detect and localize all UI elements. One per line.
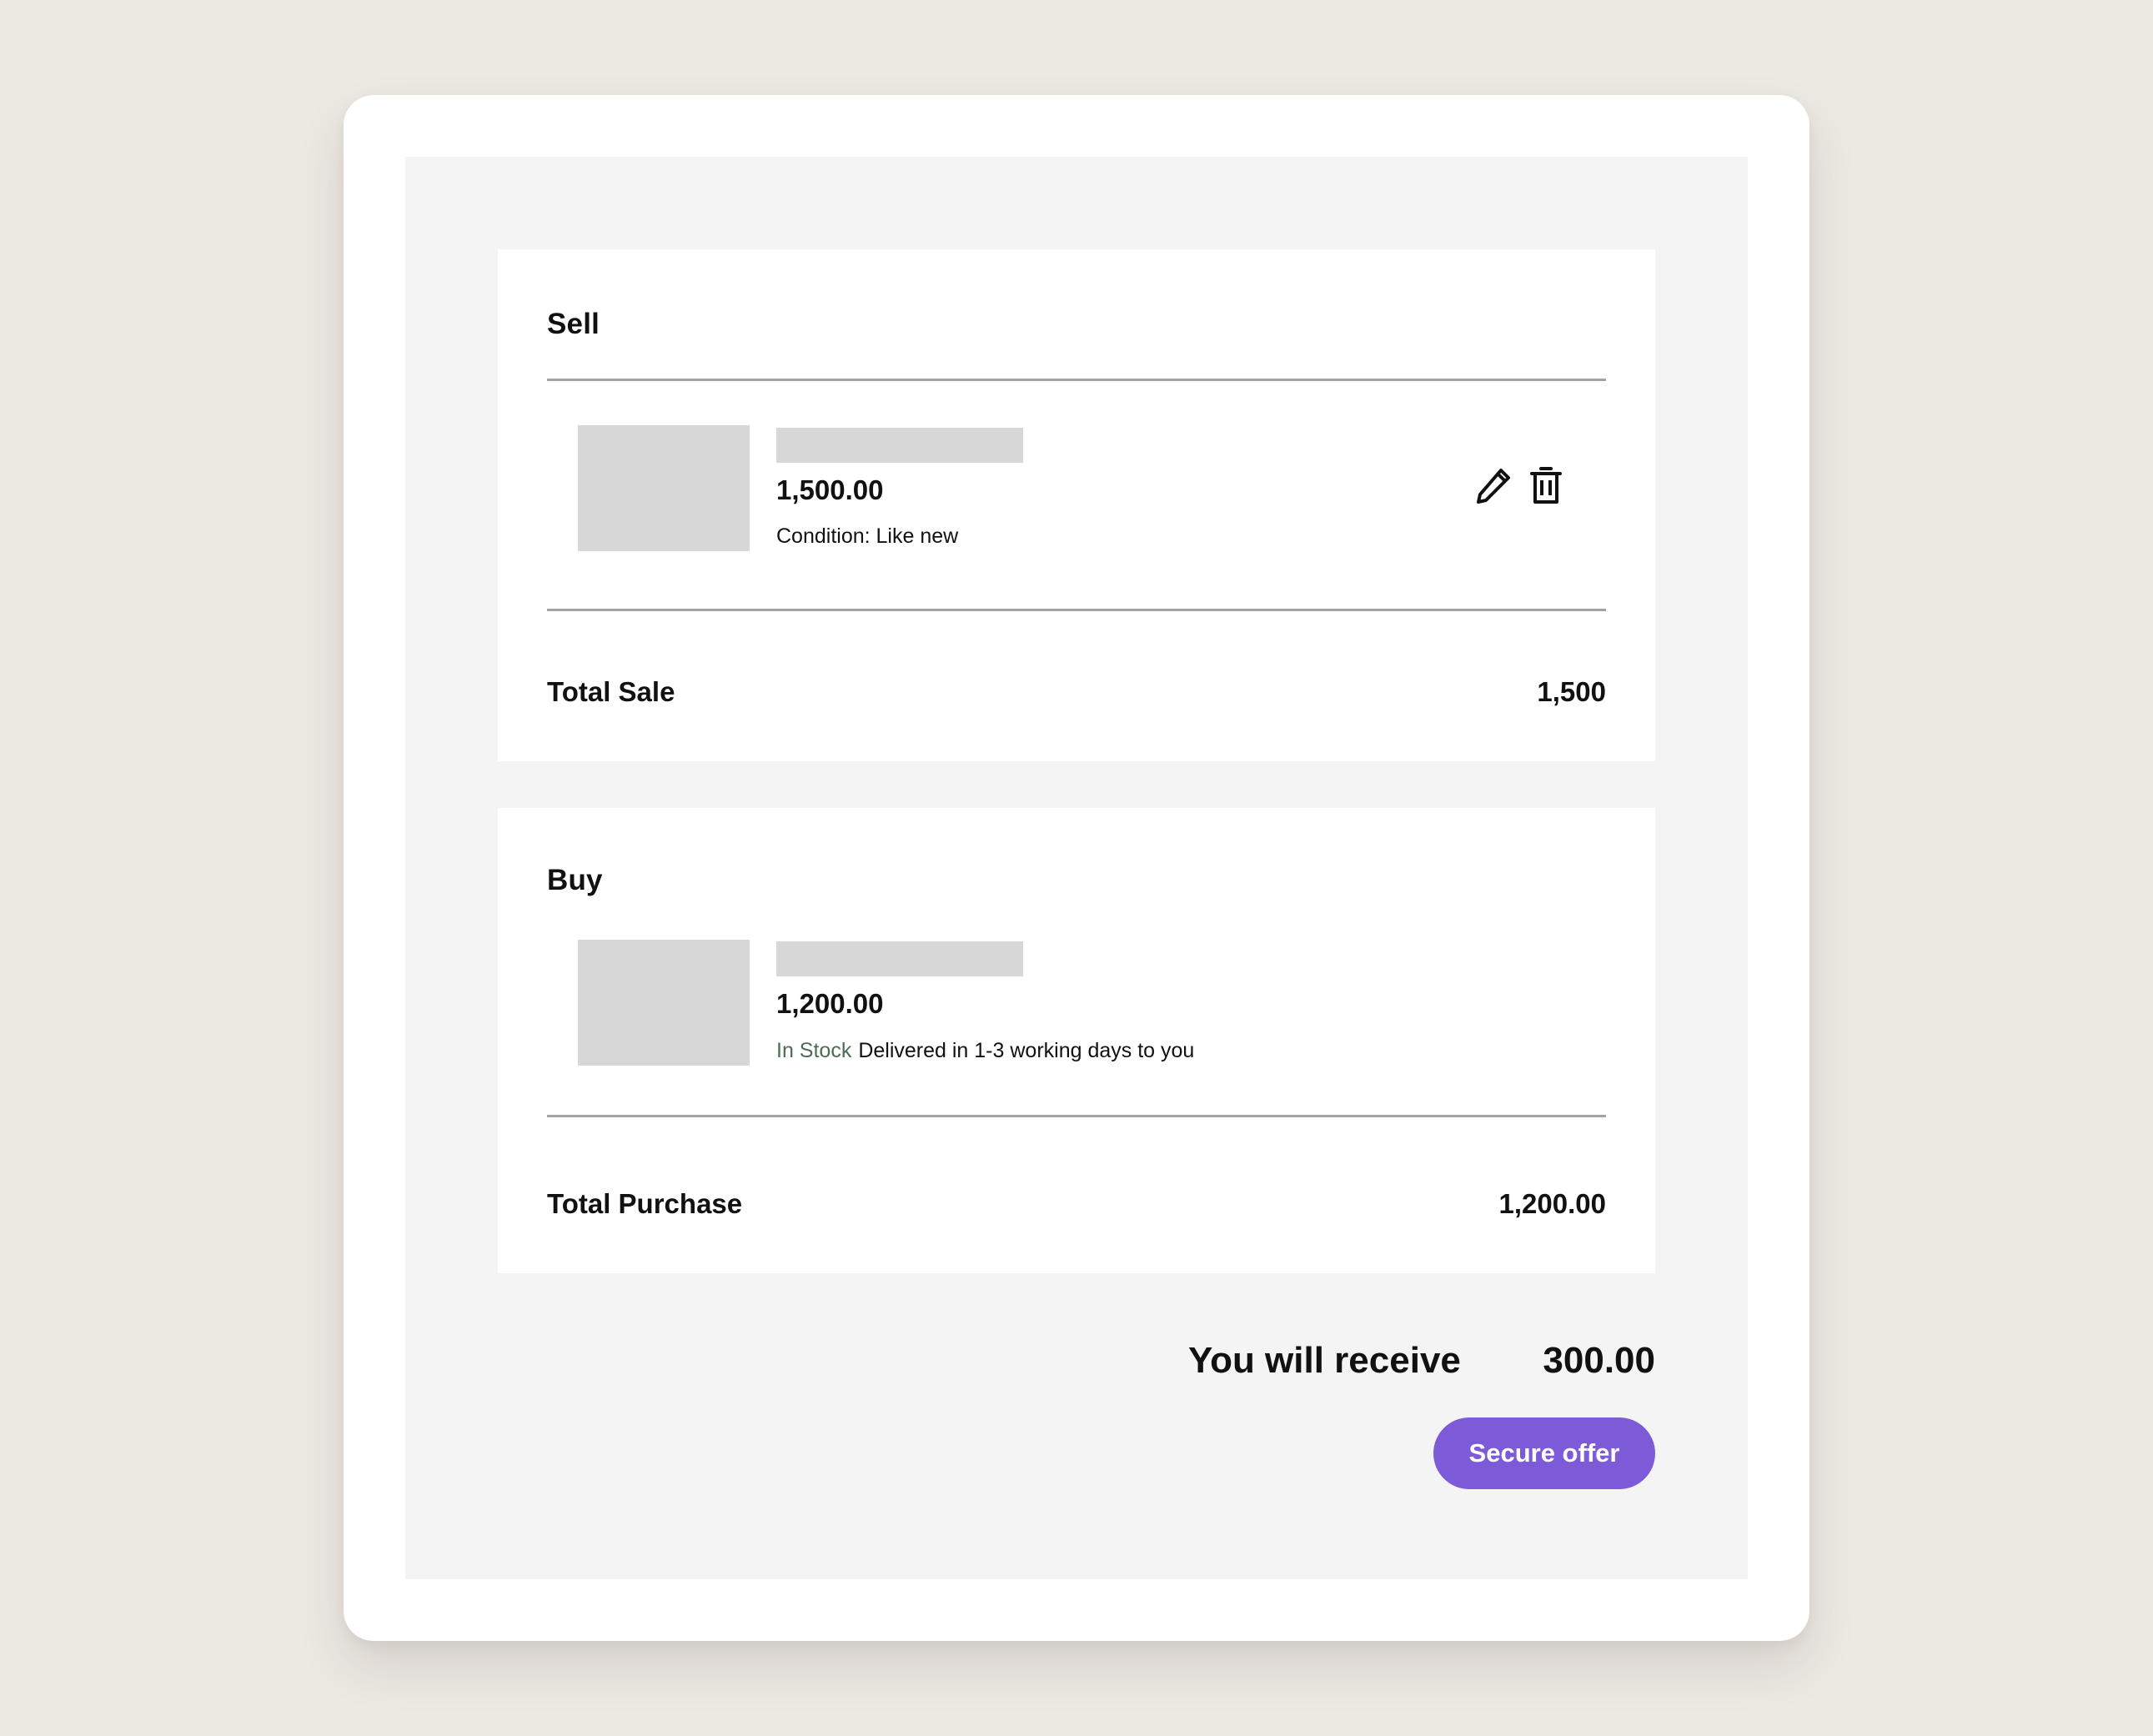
- sell-footer-divider: [547, 609, 1606, 611]
- sell-item-image: [578, 425, 750, 551]
- total-purchase-label: Total Purchase: [547, 1188, 743, 1219]
- sell-title: Sell: [547, 308, 600, 340]
- sell-card: Sell 1,500.00 Condition: Like new Total …: [498, 249, 1655, 761]
- sell-item-condition: Condition: Like new: [776, 524, 959, 548]
- delete-button[interactable]: [1525, 464, 1567, 506]
- buy-item-image: [578, 940, 750, 1066]
- buy-item-price: 1,200.00: [776, 988, 884, 1019]
- stock-status: In Stock: [776, 1039, 852, 1062]
- edit-button[interactable]: [1473, 464, 1515, 506]
- sell-header-divider: [547, 379, 1606, 381]
- buy-item-availability: In Stock Delivered in 1-3 working days to…: [776, 1039, 1194, 1063]
- pencil-icon: [1477, 469, 1510, 504]
- delivery-info: Delivered in 1-3 working days to you: [858, 1039, 1195, 1062]
- content-canvas: Sell 1,500.00 Condition: Like new Total …: [405, 157, 1748, 1579]
- total-purchase-value: 1,200.00: [1498, 1188, 1606, 1219]
- trash-icon: [1530, 467, 1562, 504]
- receive-value: 300.00: [1543, 1340, 1655, 1381]
- total-sale-label: Total Sale: [547, 676, 675, 707]
- secure-offer-button[interactable]: Secure offer: [1433, 1417, 1655, 1489]
- sell-item-price: 1,500.00: [776, 474, 884, 505]
- buy-card: Buy 1,200.00 In Stock Delivered in 1-3 wo…: [498, 808, 1655, 1273]
- receive-label: You will receive: [1188, 1340, 1461, 1381]
- buy-footer-divider: [547, 1115, 1606, 1117]
- total-sale-value: 1,500: [1537, 676, 1606, 707]
- buy-item-name-placeholder: [776, 941, 1023, 976]
- buy-title: Buy: [547, 864, 603, 896]
- sell-item-name-placeholder: [776, 428, 1023, 463]
- app-frame: Sell 1,500.00 Condition: Like new Total …: [344, 95, 1809, 1641]
